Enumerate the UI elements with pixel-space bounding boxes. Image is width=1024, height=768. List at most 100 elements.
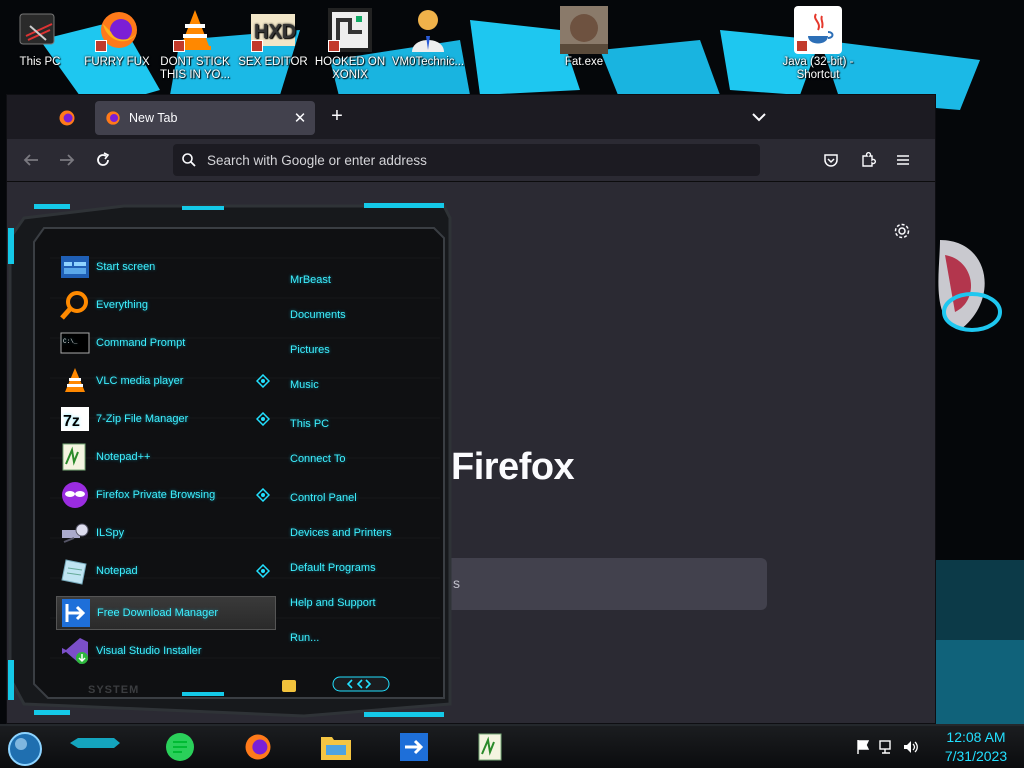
clock-date: 7/31/2023 <box>944 748 1008 764</box>
new-tab-button[interactable]: + <box>325 105 349 129</box>
computer-icon <box>16 6 64 54</box>
clock[interactable]: 12:08 AM 7/31/2023 <box>932 728 1020 766</box>
place-default-programs[interactable]: Default Programs <box>290 562 376 574</box>
gear-icon <box>894 223 910 239</box>
network-icon[interactable] <box>878 738 896 756</box>
program-free-download-manager[interactable]: Free Download Manager <box>56 596 276 630</box>
clock-time: 12:08 AM <box>946 729 1006 745</box>
program-7zip[interactable]: 7z 7-Zip File Manager <box>56 402 276 436</box>
notes-app-icon <box>166 733 194 761</box>
submenu-arrow-icon <box>256 488 270 502</box>
place-mrbeast[interactable]: MrBeast <box>290 274 331 286</box>
taskbar-download-manager[interactable] <box>394 730 434 764</box>
content-search-box[interactable]: s <box>437 558 767 610</box>
start-screen-icon <box>60 252 90 282</box>
shortcut-badge-icon <box>251 40 263 52</box>
terminal-icon: C:\_ <box>60 328 90 358</box>
program-start-screen[interactable]: Start screen <box>56 250 276 284</box>
program-visual-studio-installer[interactable]: Visual Studio Installer <box>56 634 276 668</box>
desktop-icon-fat-exe[interactable]: Fat.exe <box>546 6 622 69</box>
desktop-icon-furry-fux[interactable]: FURRY FUX <box>79 6 155 69</box>
address-input[interactable] <box>205 151 749 169</box>
desktop-icon-java[interactable]: Java (32-bit) - Shortcut <box>780 6 856 82</box>
program-notepadpp[interactable]: Notepad++ <box>56 440 276 474</box>
place-music[interactable]: Music <box>290 379 319 391</box>
shortcut-badge-icon <box>95 40 107 52</box>
program-label: Free Download Manager <box>97 607 219 619</box>
shutdown-options-button[interactable] <box>332 676 390 692</box>
hamburger-menu-icon <box>897 155 909 165</box>
firefox-icon <box>245 734 271 760</box>
puzzle-icon <box>862 152 876 167</box>
desktop-icon-label: SEX EDITOR <box>238 56 308 68</box>
doctor-icon <box>404 6 452 54</box>
start-button[interactable] <box>6 730 44 768</box>
pocket-button[interactable] <box>819 148 843 172</box>
svg-text:C:\_: C:\_ <box>63 338 78 345</box>
program-label: Firefox Private Browsing <box>96 489 216 501</box>
place-documents[interactable]: Documents <box>290 309 346 321</box>
magnifier-icon <box>60 290 90 320</box>
close-icon: ✕ <box>293 110 307 127</box>
program-command-prompt[interactable]: C:\_ Command Prompt <box>56 326 276 360</box>
program-label: 7-Zip File Manager <box>96 413 189 425</box>
list-all-tabs-button[interactable] <box>749 107 769 127</box>
extensions-button[interactable] <box>856 148 880 172</box>
back-button[interactable] <box>19 148 43 172</box>
navigation-toolbar <box>7 139 935 182</box>
taskbar-notepadpp[interactable] <box>470 730 510 764</box>
place-help-and-support[interactable]: Help and Support <box>290 597 376 609</box>
place-devices-and-printers[interactable]: Devices and Printers <box>290 527 392 539</box>
program-vlc[interactable]: VLC media player <box>56 364 276 398</box>
visual-studio-icon <box>60 636 90 666</box>
program-firefox-private[interactable]: Firefox Private Browsing <box>56 478 276 512</box>
personalize-button[interactable] <box>893 222 915 244</box>
close-tab-button[interactable]: ✕ <box>289 107 311 129</box>
tab-new-tab[interactable]: New Tab ✕ <box>95 101 315 135</box>
desktop-icon-label: Java (32-bit) - Shortcut <box>782 56 854 81</box>
notepadpp-icon <box>478 733 502 761</box>
desktop-icon-label: This PC <box>19 56 61 68</box>
tab-title: New Tab <box>129 111 178 125</box>
taskbar-firefox[interactable] <box>238 730 278 764</box>
program-label: Start screen <box>96 261 156 273</box>
desktop-icon-this-pc[interactable]: This PC <box>2 6 78 69</box>
program-label: Visual Studio Installer <box>96 645 202 657</box>
desktop-icon-label: HOOKED ON XONIX <box>314 56 386 81</box>
vlc-icon <box>171 6 219 54</box>
svg-text:7z: 7z <box>63 413 80 430</box>
desktop-icon-sex-editor[interactable]: HXD SEX EDITOR <box>235 6 311 69</box>
tab-pinned-firefox[interactable] <box>47 103 87 133</box>
reload-icon <box>97 152 110 166</box>
reload-button[interactable] <box>91 148 115 172</box>
desktop-icon-dont-stick[interactable]: DONT STICK THIS IN YO... <box>157 6 233 82</box>
power-button[interactable] <box>282 680 296 692</box>
place-this-pc[interactable]: This PC <box>290 418 329 430</box>
photo-icon <box>560 6 608 54</box>
submenu-arrow-icon <box>256 412 270 426</box>
desktop-icon-hooked-on-xonix[interactable]: HOOKED ON XONIX <box>312 6 388 82</box>
forward-button[interactable] <box>55 148 79 172</box>
taskbar: 12:08 AM 7/31/2023 <box>0 724 1024 768</box>
app-menu-button[interactable] <box>891 148 915 172</box>
desktop-icon-vm0technic[interactable]: VM0Technic... <box>390 6 466 69</box>
program-everything[interactable]: Everything <box>56 288 276 322</box>
volume-icon[interactable] <box>902 738 920 756</box>
taskbar-notes-app[interactable] <box>160 730 200 764</box>
program-label: Everything <box>96 299 148 311</box>
place-run[interactable]: Run... <box>290 632 319 644</box>
program-notepad[interactable]: Notepad <box>56 554 276 588</box>
program-ilspy[interactable]: ILSpy <box>56 516 276 550</box>
program-label: Notepad <box>96 565 138 577</box>
start-menu: Start screen Everything C:\_ Command Pro… <box>4 198 456 724</box>
flag-icon[interactable] <box>854 738 872 756</box>
hxd-editor-icon: HXD <box>249 6 297 54</box>
place-control-panel[interactable]: Control Panel <box>290 492 357 504</box>
address-bar[interactable] <box>173 144 760 176</box>
desktop-icon-label: VM0Technic... <box>391 56 465 68</box>
submenu-arrow-icon <box>256 374 270 388</box>
taskbar-file-explorer[interactable] <box>316 730 356 764</box>
system-label: SYSTEM <box>88 684 140 696</box>
place-pictures[interactable]: Pictures <box>290 344 330 356</box>
place-connect-to[interactable]: Connect To <box>290 453 345 465</box>
